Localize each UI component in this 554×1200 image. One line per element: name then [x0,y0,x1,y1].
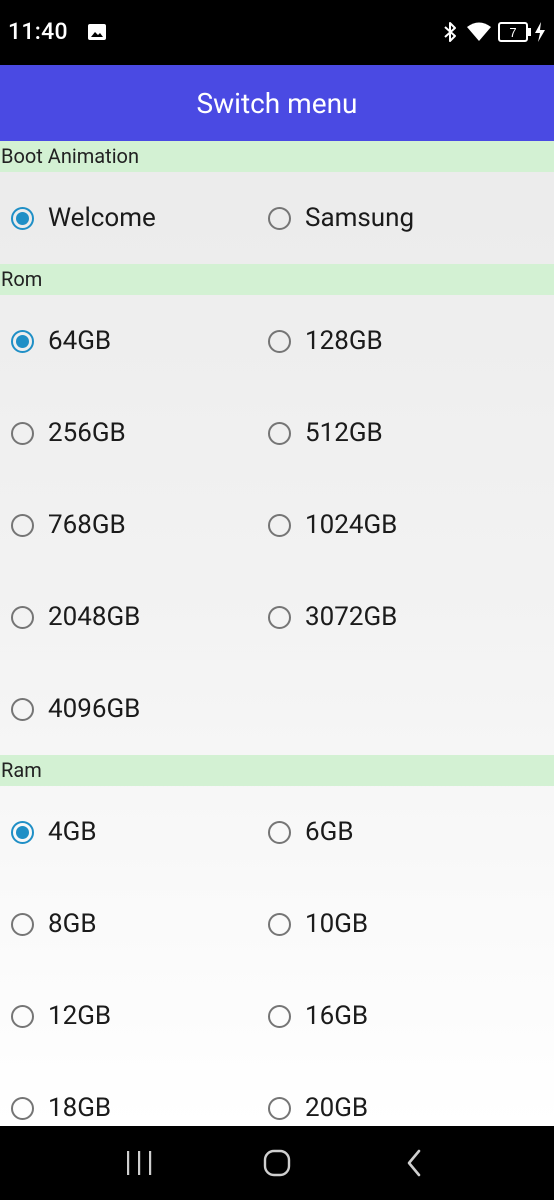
radio-button[interactable] [268,1004,291,1028]
radio-option[interactable]: 18GB [0,1062,257,1126]
option-label: 2048GB [48,602,141,632]
radio-group-ram: 4GB 6GB 8GB 10GB 12GB 16GB 18GB 20GB [0,786,554,1126]
radio-option[interactable]: 8GB [0,878,257,970]
radio-option[interactable]: 1024GB [257,479,514,571]
option-label: 20GB [305,1093,369,1123]
status-time: 11:40 [8,18,68,45]
option-label: 128GB [305,326,383,356]
option-label: 8GB [48,909,97,939]
radio-button[interactable] [268,421,291,445]
radio-option[interactable]: 64GB [0,295,257,387]
radio-option[interactable]: 20GB [257,1062,514,1126]
option-label: 3072GB [305,602,398,632]
option-label: 4GB [48,817,97,847]
radio-option[interactable]: 128GB [257,295,514,387]
radio-option[interactable]: 256GB [0,387,257,479]
charging-icon [534,22,546,46]
radio-button[interactable] [11,912,34,936]
radio-button[interactable] [268,329,291,353]
radio-button[interactable] [268,206,291,230]
radio-option[interactable]: 2048GB [0,571,257,663]
section-header-rom: Rom [0,264,554,295]
status-bar: 11:40 7 [0,0,554,65]
radio-button[interactable] [11,820,34,844]
radio-option[interactable]: Samsung [257,172,514,264]
option-label: 512GB [305,418,383,448]
option-label: 4096GB [48,694,141,724]
battery-icon: 7 [498,21,532,47]
radio-button[interactable] [11,513,34,537]
radio-button[interactable] [11,421,34,445]
radio-button[interactable] [268,513,291,537]
radio-button[interactable] [268,820,291,844]
navigation-bar [0,1126,554,1200]
radio-button[interactable] [11,329,34,353]
radio-option[interactable]: 4GB [0,786,257,878]
radio-option[interactable]: 12GB [0,970,257,1062]
section-header-ram: Ram [0,755,554,786]
section-header-boot-animation: Boot Animation [0,141,554,172]
radio-button[interactable] [268,605,291,629]
radio-button[interactable] [11,1096,34,1120]
option-label: 10GB [305,909,369,939]
radio-option[interactable]: 6GB [257,786,514,878]
radio-option[interactable]: Welcome [0,172,257,264]
settings-list[interactable]: Boot Animation Welcome Samsung Rom 64GB … [0,141,554,1126]
option-label: 6GB [305,817,354,847]
option-label: 256GB [48,418,126,448]
radio-option[interactable]: 16GB [257,970,514,1062]
image-icon [87,22,107,46]
option-label: 1024GB [305,510,398,540]
option-label: Welcome [48,203,156,233]
option-label: 12GB [48,1001,112,1031]
recents-icon[interactable] [99,1126,179,1200]
radio-button[interactable] [268,1096,291,1120]
radio-group-rom: 64GB 128GB 256GB 512GB 768GB 1024GB 2048… [0,295,554,755]
page-title: Switch menu [196,86,358,120]
option-label: 18GB [48,1093,112,1123]
radio-button[interactable] [11,605,34,629]
radio-button[interactable] [11,1004,34,1028]
radio-option[interactable]: 512GB [257,387,514,479]
radio-option[interactable]: 4096GB [0,663,257,755]
home-icon[interactable] [237,1126,317,1200]
back-icon[interactable] [374,1126,454,1200]
option-label: 768GB [48,510,126,540]
radio-option[interactable]: 3072GB [257,571,514,663]
option-label: Samsung [305,203,415,233]
option-label: 16GB [305,1001,369,1031]
radio-group-boot-animation: Welcome Samsung [0,172,554,264]
radio-button[interactable] [268,912,291,936]
bluetooth-icon [442,20,458,48]
wifi-icon [466,21,492,47]
radio-option[interactable]: 768GB [0,479,257,571]
radio-option[interactable]: 10GB [257,878,514,970]
radio-button[interactable] [11,206,34,230]
battery-level: 7 [509,25,516,40]
app-bar: Switch menu [0,65,554,141]
option-label: 64GB [48,326,112,356]
radio-button[interactable] [11,697,34,721]
